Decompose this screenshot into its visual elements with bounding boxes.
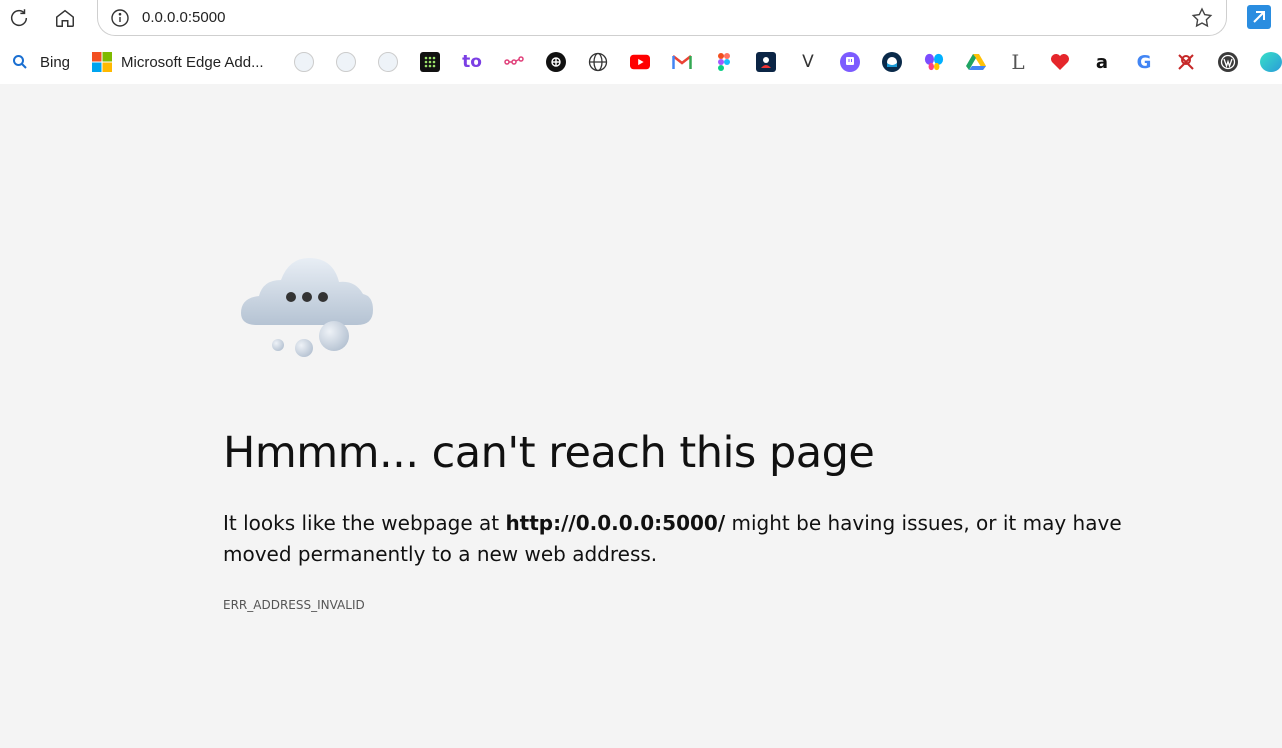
error-title: Hmmm... can't reach this page xyxy=(223,428,875,478)
circle-app-icon[interactable] xyxy=(882,52,902,72)
emblem-icon[interactable] xyxy=(378,52,398,72)
figma-icon[interactable] xyxy=(714,52,734,72)
youtube-icon[interactable] xyxy=(630,52,650,72)
error-description: It looks like the webpage at http://0.0.… xyxy=(223,508,1183,570)
cloud-icon xyxy=(241,258,373,357)
grid-app-icon[interactable] xyxy=(420,52,440,72)
v-app-icon[interactable]: V xyxy=(798,52,818,72)
arrow-up-right-icon xyxy=(1253,11,1265,23)
l-app-icon[interactable]: L xyxy=(1008,50,1028,74)
teal-app-icon[interactable] xyxy=(1260,52,1282,72)
microsoft-logo-icon xyxy=(92,52,112,72)
openai-icon[interactable] xyxy=(546,52,566,72)
error-url: http://0.0.0.0:5000/ xyxy=(505,511,726,535)
heart-icon[interactable] xyxy=(1050,52,1070,72)
gmail-icon[interactable] xyxy=(672,52,692,72)
butterfly-icon[interactable] xyxy=(924,52,944,72)
wordpress-icon[interactable] xyxy=(1218,52,1238,72)
bookmark-bing[interactable]: Bing xyxy=(12,50,70,74)
extension-button[interactable] xyxy=(1247,5,1271,29)
address-url[interactable]: 0.0.0.0:5000 xyxy=(142,9,225,26)
error-description-prefix: It looks like the webpage at xyxy=(223,511,506,535)
nodes-app-icon[interactable] xyxy=(504,52,524,72)
emblem-icon[interactable] xyxy=(336,52,356,72)
bookmark-label: Bing xyxy=(40,53,71,71)
info-icon[interactable] xyxy=(110,8,130,28)
refresh-icon xyxy=(10,9,28,27)
home-icon xyxy=(56,9,74,27)
error-code: ERR_ADDRESS_INVALID xyxy=(223,598,365,612)
refresh-button[interactable] xyxy=(4,3,34,33)
favorite-star-icon[interactable] xyxy=(1190,6,1214,30)
globe-icon[interactable] xyxy=(588,52,608,72)
google-icon[interactable]: G xyxy=(1134,52,1154,73)
to-app-icon[interactable]: to xyxy=(462,52,482,72)
bookmark-label: Microsoft Edge Add... xyxy=(121,53,264,71)
bookmarks-bar: Bing Microsoft Edge Add... to V L a G xyxy=(0,44,1282,80)
cross-app-icon[interactable] xyxy=(1176,52,1196,72)
browser-toolbar: 0.0.0.0:5000 Bing Microsoft Edge Add... xyxy=(0,0,1282,84)
home-button[interactable] xyxy=(50,3,80,33)
bookmark-edge-addons[interactable]: Microsoft Edge Add... xyxy=(92,50,264,74)
profile-app-icon[interactable] xyxy=(756,52,776,72)
emblem-icon[interactable] xyxy=(294,52,314,72)
drive-icon[interactable] xyxy=(966,52,986,72)
amazon-icon[interactable]: a xyxy=(1092,52,1112,73)
address-bar[interactable]: 0.0.0.0:5000 xyxy=(97,0,1227,36)
search-icon xyxy=(13,55,27,69)
twitch-icon[interactable] xyxy=(840,52,860,72)
